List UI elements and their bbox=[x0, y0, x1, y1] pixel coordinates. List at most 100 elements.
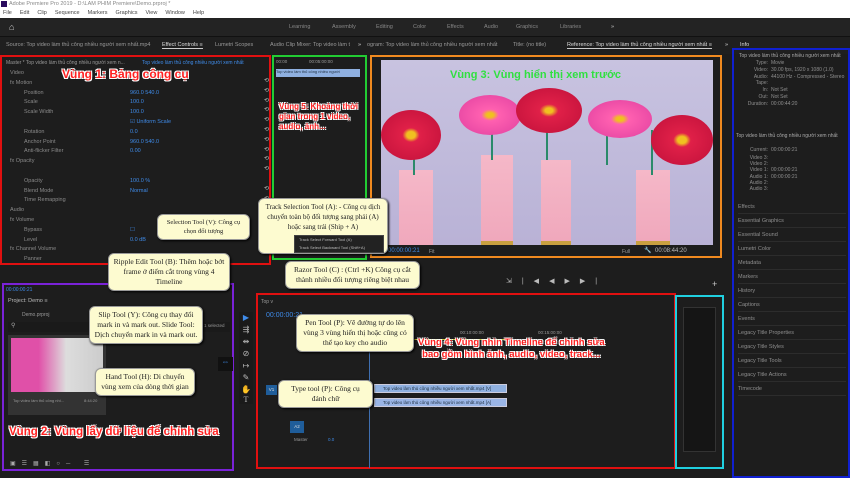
resolution-dropdown[interactable]: Full bbox=[622, 249, 630, 255]
home-icon[interactable]: ⌂ bbox=[9, 22, 14, 32]
effect-row-value[interactable]: 0.00 bbox=[130, 148, 141, 154]
effect-row-value[interactable]: 100.0 bbox=[130, 109, 144, 115]
side-panel-legacy-title-properties[interactable]: Legacy Title Properties bbox=[738, 327, 846, 340]
effect-row[interactable]: Position 960.0 540.0 bbox=[10, 90, 159, 96]
effect-row-value[interactable]: Normal bbox=[130, 188, 148, 194]
razor-tool-icon[interactable]: ⊘ bbox=[241, 349, 251, 359]
menu-track-select-forward[interactable]: Track Select Forward Tool (A) bbox=[299, 236, 383, 244]
effect-row-value[interactable]: 0.0 bbox=[130, 129, 138, 135]
tab-reference[interactable]: Reference: Top video làm thủ công nhiều … bbox=[567, 42, 712, 49]
slip-tool-icon[interactable]: ↦ bbox=[241, 361, 251, 371]
tab-title[interactable]: Title: (no title) bbox=[513, 42, 546, 48]
effect-row[interactable]: fx Volume bbox=[10, 217, 130, 223]
tab-more-2[interactable]: » bbox=[725, 42, 728, 48]
effect-row-value[interactable]: ☑ Uniform Scale bbox=[130, 119, 171, 125]
hand-tool-icon[interactable]: ✋ bbox=[241, 385, 251, 395]
workspace-more[interactable]: » bbox=[611, 24, 614, 30]
effect-row[interactable]: Anchor Point 960.0 540.0 bbox=[10, 139, 159, 145]
menu-edit[interactable]: Edit bbox=[20, 8, 29, 18]
effect-row-value[interactable]: 100.0 % bbox=[130, 178, 150, 184]
side-panel-essential-graphics[interactable]: Essential Graphics bbox=[738, 215, 846, 228]
menu-sequence[interactable]: Sequence bbox=[55, 8, 80, 18]
effect-row-value[interactable]: 960.0 540.0 bbox=[130, 90, 159, 96]
master-volume[interactable]: 0.0 bbox=[328, 437, 334, 442]
workspace-editing[interactable]: Editing bbox=[376, 24, 393, 30]
menu-track-select-backward[interactable]: Track Select Backward Tool (Shift+A) bbox=[299, 244, 383, 252]
effect-row-value[interactable]: ☐ bbox=[130, 227, 135, 233]
workspace-libraries[interactable]: Libraries bbox=[560, 24, 581, 30]
effect-row-value[interactable]: 960.0 540.0 bbox=[130, 139, 159, 145]
window-title: Adobe Premiere Pro 2019 - D:\LAM PHIM Pr… bbox=[9, 1, 171, 7]
menu-markers[interactable]: Markers bbox=[88, 8, 108, 18]
workspace-audio[interactable]: Audio bbox=[484, 24, 498, 30]
tab-program[interactable]: ogram: Top video làm thủ công nhiều ngườ… bbox=[367, 42, 497, 48]
project-bottom-toolbar[interactable]: ▣☰▦◧○─ ☰ bbox=[10, 460, 95, 467]
side-panel-events[interactable]: Events bbox=[738, 313, 846, 326]
effect-row-value[interactable]: 0.0 dB bbox=[130, 237, 146, 243]
wrench-icon[interactable]: 🔧 bbox=[644, 247, 651, 254]
track-v1-target[interactable]: V1 bbox=[266, 385, 277, 395]
effect-row[interactable]: Scale 100.0 bbox=[10, 99, 144, 105]
effect-row-value[interactable]: 100.0 bbox=[130, 99, 144, 105]
menu-graphics[interactable]: Graphics bbox=[116, 8, 138, 18]
type-tool-icon[interactable]: T bbox=[241, 395, 251, 405]
info-key: Duration: bbox=[747, 100, 768, 107]
timeline-tab[interactable]: Top v bbox=[261, 299, 273, 305]
fit-dropdown[interactable]: Fit bbox=[429, 249, 435, 255]
effect-row[interactable]: Bypass ☐ bbox=[10, 227, 135, 233]
effect-row[interactable]: Time Remapping bbox=[10, 197, 130, 203]
side-panel-essential-sound[interactable]: Essential Sound bbox=[738, 229, 846, 242]
effect-row[interactable]: Rotation 0.0 bbox=[10, 129, 138, 135]
side-panel-metadata[interactable]: Metadata bbox=[738, 257, 846, 270]
tab-more[interactable]: » bbox=[358, 42, 361, 48]
project-item[interactable]: Top video làm thủ công nhi... 8:44:20 bbox=[8, 335, 106, 415]
project-title[interactable]: Project: Demo ≡ bbox=[8, 298, 48, 304]
tab-audio-clip-mixer[interactable]: Audio Clip Mixer: Top video làm t bbox=[270, 42, 350, 48]
video-clip[interactable]: Top video làm thủ công nhiều người xem n… bbox=[374, 384, 507, 393]
workspace-graphics[interactable]: Graphics bbox=[516, 24, 538, 30]
side-panel-lumetri-color[interactable]: Lumetri Color bbox=[738, 243, 846, 256]
effect-row[interactable]: fx Channel Volume bbox=[10, 246, 130, 252]
tab-source[interactable]: Source: Top video làm thủ công nhiều ngư… bbox=[6, 42, 150, 48]
side-panel-legacy-title-actions[interactable]: Legacy Title Actions bbox=[738, 369, 846, 382]
effect-row[interactable]: ☑ Uniform Scale bbox=[10, 119, 171, 125]
mini-clip[interactable]: Top video làm thủ công nhiều người bbox=[276, 69, 360, 77]
track-a2-target[interactable]: A2 bbox=[290, 421, 304, 433]
sequence-clip-label[interactable]: Top video làm thủ công nhiều người xem n… bbox=[142, 60, 244, 66]
effect-row[interactable]: Level 0.0 dB bbox=[10, 237, 146, 243]
effect-row[interactable]: Audio bbox=[10, 207, 130, 213]
side-panel-legacy-title-tools[interactable]: Legacy Title Tools bbox=[738, 355, 846, 368]
audio-clip[interactable]: Top video làm thủ công nhiều người xem n… bbox=[374, 398, 507, 407]
side-panel-legacy-title-styles[interactable]: Legacy Title Styles bbox=[738, 341, 846, 354]
menu-window[interactable]: Window bbox=[165, 8, 185, 18]
menu-help[interactable]: Help bbox=[193, 8, 204, 18]
program-current-time[interactable]: 00:00:00:21 bbox=[388, 248, 420, 254]
menu-file[interactable]: File bbox=[3, 8, 12, 18]
workspace-learning[interactable]: Learning bbox=[289, 24, 310, 30]
effect-row[interactable]: Scale Width 100.0 bbox=[10, 109, 144, 115]
side-panel-markers[interactable]: Markers bbox=[738, 271, 846, 284]
track-select-tool-icon[interactable]: ⇶ bbox=[241, 325, 251, 335]
workspace-color[interactable]: Color bbox=[413, 24, 426, 30]
transport-controls[interactable]: ⇲|◀◀▶▶| bbox=[506, 277, 607, 285]
workspace-effects[interactable]: Effects bbox=[447, 24, 464, 30]
reset-icons[interactable]: ⟲⟲⟲⟲⟲⟲⟲⟲⟲⟲⟲⟲ bbox=[264, 77, 270, 204]
effect-row[interactable] bbox=[10, 168, 130, 174]
effect-row[interactable]: fx Opacity bbox=[10, 158, 130, 164]
effect-row[interactable]: Anti-flicker Filter 0.00 bbox=[10, 148, 141, 154]
pen-tool-icon[interactable]: ✎ bbox=[241, 373, 251, 383]
effect-row[interactable]: Blend Mode Normal bbox=[10, 188, 148, 194]
selection-tool-icon[interactable]: ▶ bbox=[241, 313, 251, 323]
menu-view[interactable]: View bbox=[146, 8, 158, 18]
effect-row[interactable]: Opacity 100.0 % bbox=[10, 178, 150, 184]
workspace-assembly[interactable]: Assembly bbox=[332, 24, 356, 30]
side-panel-timecode[interactable]: Timecode bbox=[738, 383, 846, 396]
ripple-edit-tool-icon[interactable]: ⇹ bbox=[241, 337, 251, 347]
side-panel-history[interactable]: History bbox=[738, 285, 846, 298]
tab-effect-controls[interactable]: Effect Controls ≡ bbox=[162, 42, 203, 49]
side-panel-captions[interactable]: Captions bbox=[738, 299, 846, 312]
menu-clip[interactable]: Clip bbox=[37, 8, 46, 18]
add-button-icon[interactable]: + bbox=[712, 279, 717, 289]
tab-lumetri-scopes[interactable]: Lumetri Scopes bbox=[215, 42, 253, 48]
side-panel-effects[interactable]: Effects bbox=[738, 201, 846, 214]
